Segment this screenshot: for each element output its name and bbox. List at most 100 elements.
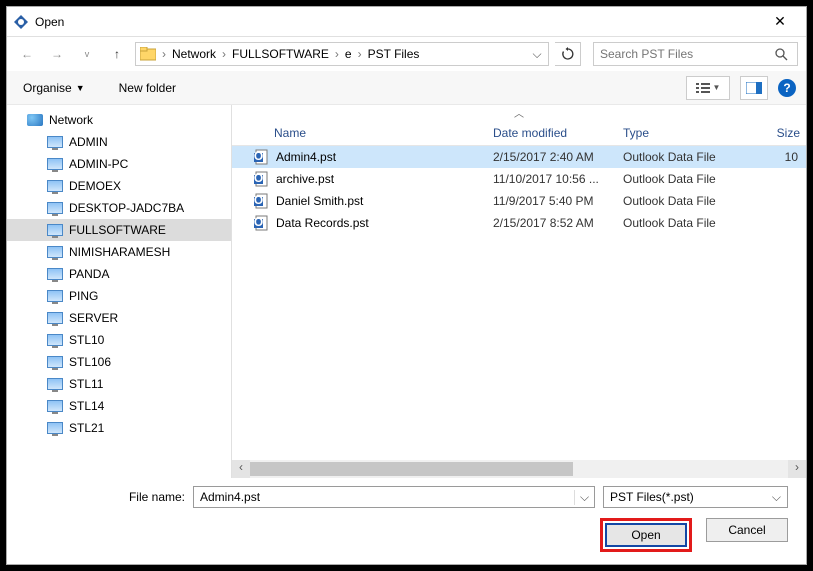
help-button[interactable]: ? xyxy=(778,79,796,97)
computer-icon xyxy=(47,136,63,148)
svg-text:O: O xyxy=(254,149,263,163)
toolbar: Organise ▼ New folder ▼ ? xyxy=(7,71,806,105)
crumb-3[interactable]: PST Files xyxy=(364,47,424,61)
file-name: Data Records.pst xyxy=(276,216,493,230)
col-size[interactable]: Size xyxy=(739,126,806,140)
cancel-button[interactable]: Cancel xyxy=(706,518,788,542)
scroll-right[interactable]: › xyxy=(788,460,806,478)
breadcrumb-dd[interactable]: ⌵ xyxy=(528,47,546,62)
search-input[interactable] xyxy=(600,47,775,61)
scroll-thumb[interactable] xyxy=(250,462,573,476)
file-type: Outlook Data File xyxy=(623,150,739,164)
svg-text:O: O xyxy=(254,215,263,229)
computer-icon xyxy=(47,246,63,258)
crumb-2[interactable]: e xyxy=(341,47,356,61)
tree-item[interactable]: DESKTOP-JADC7BA xyxy=(7,197,231,219)
computer-icon xyxy=(47,158,63,170)
col-date[interactable]: Date modified xyxy=(493,126,623,140)
tree-item[interactable]: SERVER xyxy=(7,307,231,329)
recent-dd[interactable]: v xyxy=(75,42,99,66)
file-row[interactable]: OAdmin4.pst2/15/2017 2:40 AMOutlook Data… xyxy=(232,146,806,168)
file-type: Outlook Data File xyxy=(623,194,739,208)
folder-icon xyxy=(138,44,158,64)
dialog-title: Open xyxy=(35,15,64,29)
chevron-down-icon: ⌵ xyxy=(772,490,781,505)
tree-item[interactable]: STL10 xyxy=(7,329,231,351)
svg-text:O: O xyxy=(254,193,263,207)
filename-dd[interactable]: ⌵ xyxy=(574,490,594,505)
tree-item[interactable]: DEMOEX xyxy=(7,175,231,197)
file-date: 11/10/2017 10:56 ... xyxy=(493,172,623,186)
filename-label: File name: xyxy=(25,490,185,504)
up-button[interactable]: ↑ xyxy=(105,42,129,66)
view-mode-button[interactable]: ▼ xyxy=(686,76,730,100)
pst-file-icon: O xyxy=(252,171,272,187)
h-scrollbar[interactable]: ‹ › xyxy=(232,460,806,478)
tree-item[interactable]: PANDA xyxy=(7,263,231,285)
file-row[interactable]: OData Records.pst2/15/2017 8:52 AMOutloo… xyxy=(232,212,806,234)
preview-pane-button[interactable] xyxy=(740,76,768,100)
tree-item[interactable]: ADMIN xyxy=(7,131,231,153)
pst-file-icon: O xyxy=(252,193,272,209)
tree-item[interactable]: STL21 xyxy=(7,417,231,439)
scroll-cap-up[interactable]: ︿ xyxy=(232,105,806,120)
search-box[interactable] xyxy=(593,42,798,66)
filetype-value: PST Files(*.pst) xyxy=(610,490,694,504)
filename-input[interactable] xyxy=(194,490,574,504)
col-name[interactable]: Name xyxy=(238,126,493,140)
file-date: 2/15/2017 8:52 AM xyxy=(493,216,623,230)
network-icon xyxy=(27,114,43,126)
computer-icon xyxy=(47,378,63,390)
tree-item[interactable]: STL11 xyxy=(7,373,231,395)
organise-button[interactable]: Organise ▼ xyxy=(17,77,91,99)
search-icon[interactable] xyxy=(775,48,791,61)
svg-text:O: O xyxy=(254,171,263,185)
app-icon xyxy=(13,14,29,30)
computer-icon xyxy=(47,268,63,280)
file-list[interactable]: OAdmin4.pst2/15/2017 2:40 AMOutlook Data… xyxy=(232,146,806,460)
breadcrumb-sep: › xyxy=(160,47,168,61)
crumb-0[interactable]: Network xyxy=(168,47,220,61)
computer-icon xyxy=(47,312,63,324)
file-pane: ︿ Name Date modified Type Size OAdmin4.p… xyxy=(232,105,806,478)
breadcrumb[interactable]: › Network › FULLSOFTWARE › e › PST Files… xyxy=(135,42,549,66)
pst-file-icon: O xyxy=(252,149,272,165)
file-date: 2/15/2017 2:40 AM xyxy=(493,150,623,164)
file-row[interactable]: Oarchive.pst11/10/2017 10:56 ...Outlook … xyxy=(232,168,806,190)
pst-file-icon: O xyxy=(252,215,272,231)
column-headers: Name Date modified Type Size xyxy=(232,120,806,146)
tree-root-network[interactable]: Network xyxy=(7,109,231,131)
tree-item[interactable]: STL14 xyxy=(7,395,231,417)
file-name: archive.pst xyxy=(276,172,493,186)
forward-button: → xyxy=(45,42,69,66)
body: NetworkADMINADMIN-PCDEMOEXDESKTOP-JADC7B… xyxy=(7,105,806,478)
file-size: 10 xyxy=(739,150,806,164)
tree-item[interactable]: STL106 xyxy=(7,351,231,373)
filename-field[interactable]: ⌵ xyxy=(193,486,595,508)
tree-item[interactable]: PING xyxy=(7,285,231,307)
file-type: Outlook Data File xyxy=(623,172,739,186)
chevron-down-icon: ▼ xyxy=(76,83,85,93)
crumb-1[interactable]: FULLSOFTWARE xyxy=(228,47,333,61)
computer-icon xyxy=(47,334,63,346)
computer-icon xyxy=(47,202,63,214)
tree-item[interactable]: NIMISHARAMESH xyxy=(7,241,231,263)
open-dialog: Open ✕ ← → v ↑ › Network › FULLSOFTWARE … xyxy=(6,6,807,565)
close-button[interactable]: ✕ xyxy=(760,13,800,30)
back-button[interactable]: ← xyxy=(15,42,39,66)
new-folder-button[interactable]: New folder xyxy=(113,77,182,99)
scroll-left[interactable]: ‹ xyxy=(232,460,250,478)
col-type[interactable]: Type xyxy=(623,126,739,140)
refresh-button[interactable] xyxy=(555,42,581,66)
computer-icon xyxy=(47,422,63,434)
tree-item[interactable]: ADMIN-PC xyxy=(7,153,231,175)
tree-pane[interactable]: NetworkADMINADMIN-PCDEMOEXDESKTOP-JADC7B… xyxy=(7,105,232,478)
tree-item[interactable]: FULLSOFTWARE xyxy=(7,219,231,241)
computer-icon xyxy=(47,356,63,368)
file-name: Daniel Smith.pst xyxy=(276,194,493,208)
file-row[interactable]: O Daniel Smith.pst11/9/2017 5:40 PMOutloo… xyxy=(232,190,806,212)
open-button[interactable]: Open xyxy=(605,523,687,547)
filetype-select[interactable]: PST Files(*.pst) ⌵ xyxy=(603,486,788,508)
file-date: 11/9/2017 5:40 PM xyxy=(493,194,623,208)
scroll-track[interactable] xyxy=(250,460,788,478)
